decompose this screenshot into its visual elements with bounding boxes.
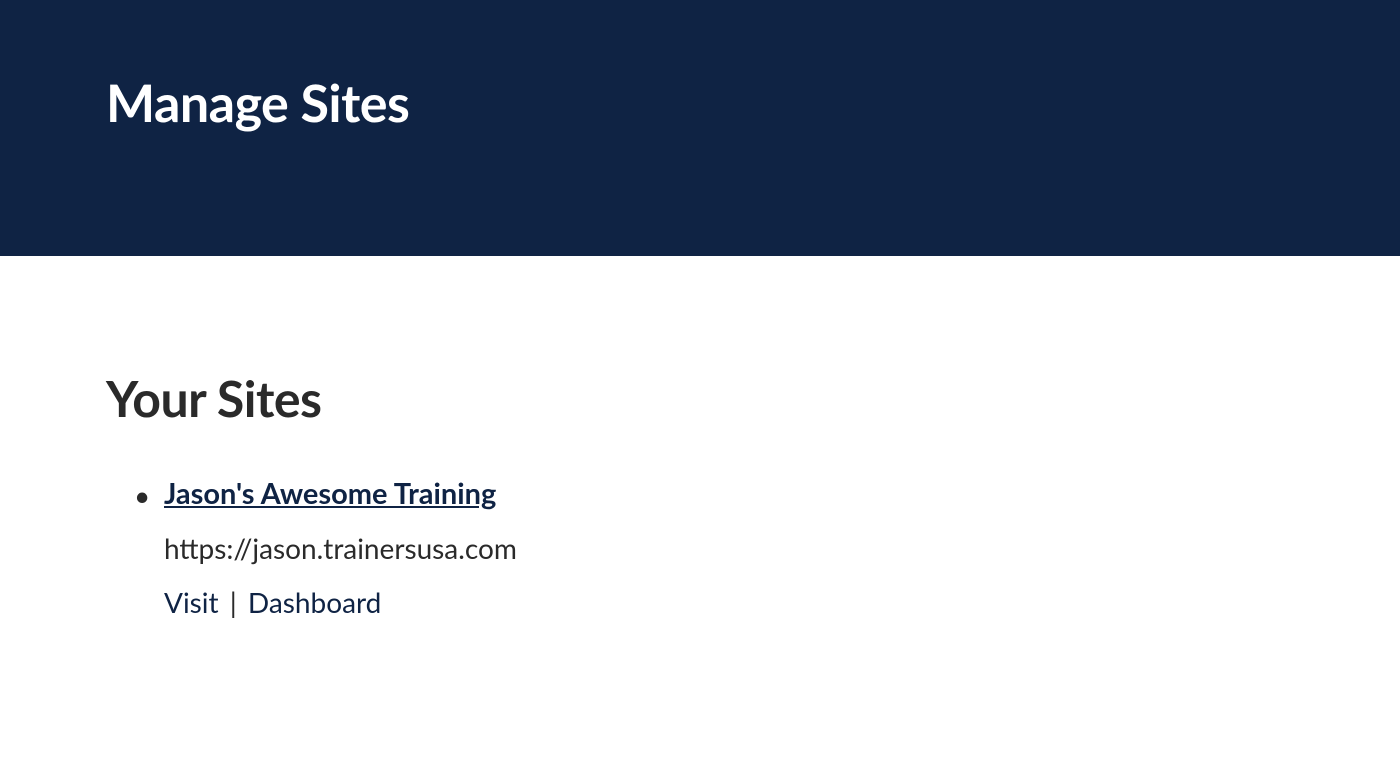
page-title: Manage Sites bbox=[106, 72, 1400, 134]
visit-link[interactable]: Visit bbox=[164, 585, 219, 619]
sites-list: Jason's Awesome Training https://jason.t… bbox=[106, 476, 1400, 619]
page-content: Your Sites Jason's Awesome Training http… bbox=[0, 256, 1400, 619]
section-title: Your Sites bbox=[106, 368, 1400, 428]
page-header: Manage Sites bbox=[0, 0, 1400, 256]
site-name-link[interactable]: Jason's Awesome Training bbox=[164, 476, 496, 511]
site-actions: Visit | Dashboard bbox=[164, 585, 1400, 619]
action-separator: | bbox=[223, 585, 244, 619]
dashboard-link[interactable]: Dashboard bbox=[248, 585, 381, 619]
site-item: Jason's Awesome Training https://jason.t… bbox=[164, 476, 1400, 619]
site-url: https://jason.trainersusa.com bbox=[164, 531, 1400, 565]
